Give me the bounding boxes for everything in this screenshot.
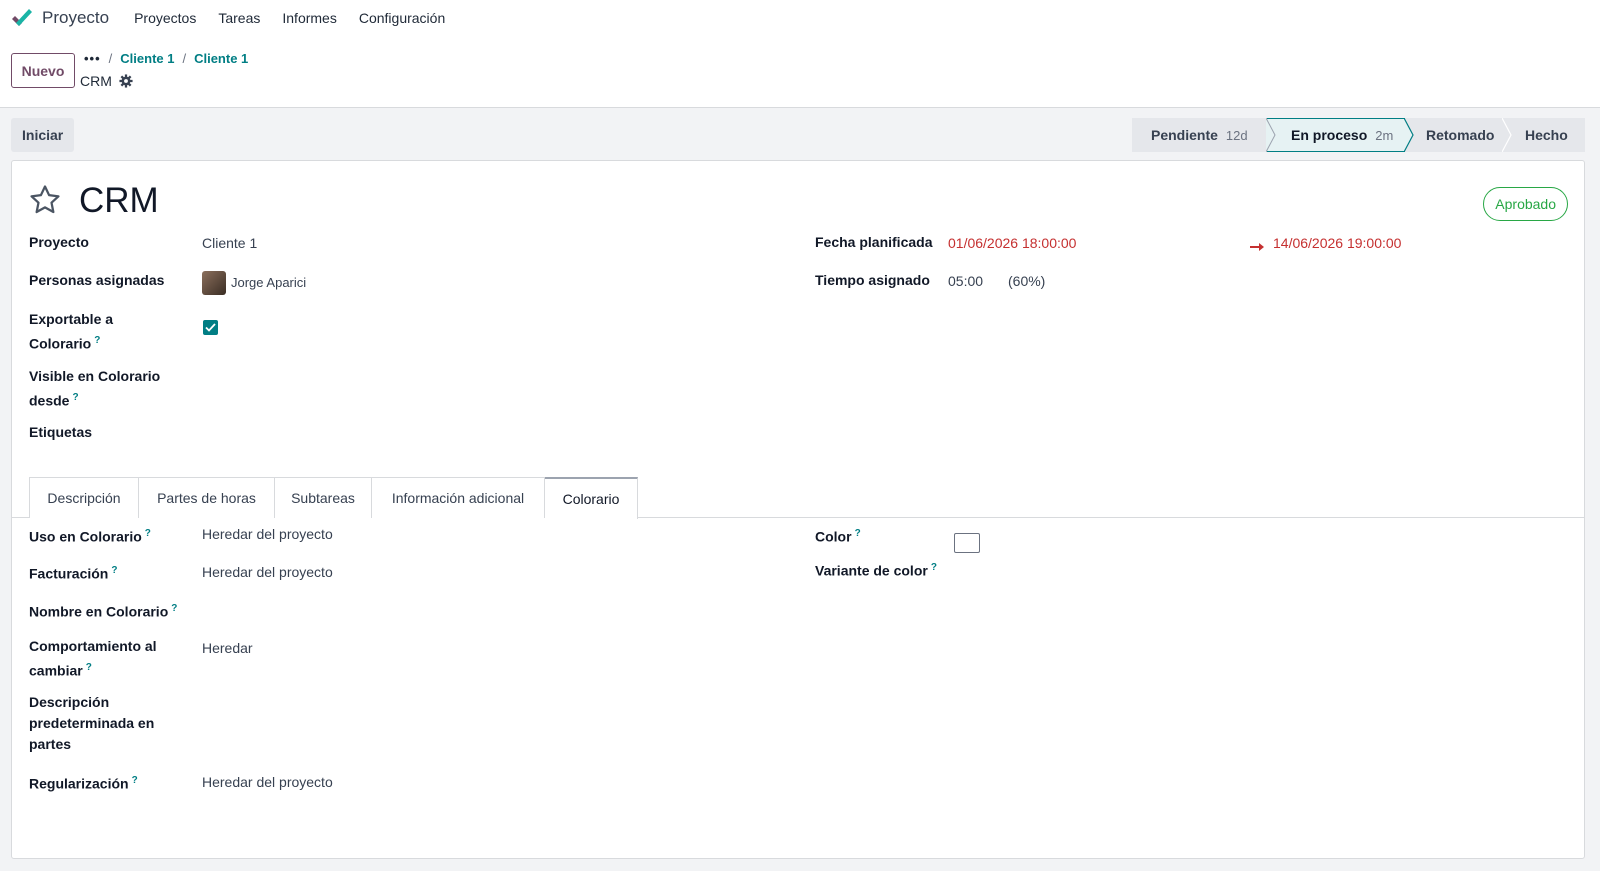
stage-pipeline: Pendiente 12d En proceso 2m Retomado Hec…: [1132, 118, 1585, 152]
label-line: Colorario: [29, 335, 92, 352]
field-label-proyecto: Proyecto: [29, 234, 89, 250]
field-label-regularizacion: Regularización?: [29, 770, 138, 795]
help-icon[interactable]: ?: [931, 562, 937, 573]
stage-label: Retomado: [1426, 127, 1495, 143]
label-line: Facturación: [29, 565, 109, 582]
menu-configuracion[interactable]: Configuración: [359, 10, 445, 26]
stage-label: Pendiente: [1151, 127, 1218, 143]
field-label-personas-asignadas: Personas asignadas: [29, 272, 165, 288]
stage-label: Hecho: [1525, 127, 1568, 143]
label-line: Nombre en Colorario: [29, 603, 169, 620]
label-line: Color: [815, 528, 852, 545]
menu-tareas[interactable]: Tareas: [218, 10, 260, 26]
notebook-tabs: Descripción Partes de horas Subtareas In…: [12, 477, 1584, 519]
allocated-percentage: (60%): [1008, 273, 1046, 289]
label-line: cambiar: [29, 662, 83, 679]
field-label-variante-color: Variante de color?: [815, 557, 937, 582]
help-icon[interactable]: ?: [86, 662, 92, 673]
assignee-name[interactable]: Jorge Aparici: [231, 272, 306, 293]
label-line: Variante de color: [815, 562, 928, 579]
field-label-comportamiento: Comportamiento al cambiar?: [29, 636, 157, 682]
field-value-comportamiento[interactable]: Heredar: [202, 638, 253, 659]
tab-subtareas[interactable]: Subtareas: [275, 477, 372, 518]
help-icon[interactable]: ?: [111, 565, 117, 576]
label-line: desde: [29, 392, 70, 409]
stage-duration: 2m: [1375, 127, 1394, 143]
stage-label: En proceso: [1291, 127, 1368, 143]
label-line: Exportable a: [29, 311, 114, 327]
exportable-checkbox[interactable]: [203, 320, 218, 335]
field-value-regularizacion[interactable]: Heredar del proyecto: [202, 772, 333, 793]
stage-chevron-icon: [1502, 118, 1512, 152]
breadcrumb-separator: /: [108, 51, 113, 66]
field-label-uso-colorario: Uso en Colorario?: [29, 523, 151, 548]
breadcrumb: ••• / Cliente 1 / Cliente 1: [84, 51, 248, 66]
label-line: Comportamiento al: [29, 638, 157, 654]
record-name-row: CRM: [80, 73, 133, 89]
statusbar: Iniciar Pendiente 12d En proceso 2m Reto…: [11, 116, 1585, 152]
field-label-descripcion-predeterminada: Descripción predeterminada en partes: [29, 692, 154, 755]
label-line: Descripción: [29, 694, 110, 710]
planned-end-date[interactable]: 14/06/2026 19:00:00: [1273, 233, 1401, 254]
breadcrumb-link-1[interactable]: Cliente 1: [120, 51, 174, 66]
app-title[interactable]: Proyecto: [42, 8, 109, 28]
label-line: Regularización: [29, 775, 129, 792]
project-app-logo-icon[interactable]: [10, 6, 34, 30]
label-line: Uso en Colorario: [29, 528, 142, 545]
menu-proyectos[interactable]: Proyectos: [134, 10, 196, 26]
control-panel: Nuevo ••• / Cliente 1 / Cliente 1 CRM: [0, 36, 1600, 108]
stage-en-proceso[interactable]: En proceso 2m: [1267, 118, 1414, 152]
planned-start-date[interactable]: 01/06/2026 18:00:00: [948, 233, 1076, 254]
help-icon[interactable]: ?: [855, 528, 861, 539]
allocated-hours[interactable]: 05:00: [948, 271, 983, 292]
help-icon[interactable]: ?: [72, 392, 78, 403]
color-picker-swatch[interactable]: [954, 533, 980, 553]
field-label-etiquetas: Etiquetas: [29, 424, 93, 440]
label-line: predeterminada en: [29, 715, 155, 731]
field-value-facturacion[interactable]: Heredar del proyecto: [202, 562, 333, 583]
status-badge[interactable]: Aprobado: [1483, 187, 1568, 221]
task-title[interactable]: CRM: [79, 181, 159, 221]
field-label-visible-desde: Visible en Colorario desde?: [29, 366, 160, 412]
gear-icon[interactable]: [119, 74, 133, 88]
stage-duration: 12d: [1225, 127, 1248, 143]
help-icon[interactable]: ?: [145, 528, 151, 539]
stage-chevron-icon: [1404, 118, 1414, 152]
field-value-proyecto[interactable]: Cliente 1: [202, 233, 257, 254]
field-value-uso-colorario[interactable]: Heredar del proyecto: [202, 524, 333, 545]
avatar[interactable]: [202, 271, 226, 295]
breadcrumb-link-2[interactable]: Cliente 1: [194, 51, 248, 66]
label-line: Visible en Colorario: [29, 368, 161, 384]
help-icon[interactable]: ?: [94, 335, 100, 346]
new-button[interactable]: Nuevo: [11, 53, 75, 88]
field-label-fecha-planificada: Fecha planificada: [815, 234, 933, 250]
tab-descripcion[interactable]: Descripción: [29, 477, 139, 518]
tab-informacion-adicional[interactable]: Información adicional: [372, 477, 545, 518]
field-label-tiempo-asignado: Tiempo asignado: [815, 272, 930, 288]
breadcrumb-more-icon[interactable]: •••: [84, 51, 101, 66]
top-navbar: Proyecto Proyectos Tareas Informes Confi…: [0, 0, 1600, 36]
label-line: partes: [29, 736, 72, 752]
help-icon[interactable]: ?: [132, 775, 138, 786]
stage-hecho[interactable]: Hecho: [1503, 118, 1585, 152]
tab-colorario[interactable]: Colorario: [545, 477, 638, 519]
tab-partes-de-horas[interactable]: Partes de horas: [139, 477, 275, 518]
field-label-facturacion: Facturación?: [29, 560, 117, 585]
menu-informes[interactable]: Informes: [282, 10, 336, 26]
help-icon[interactable]: ?: [171, 603, 177, 614]
field-label-nombre-colorario: Nombre en Colorario?: [29, 598, 177, 623]
record-name: CRM: [80, 73, 112, 89]
form-sheet: CRM Aprobado Proyecto Cliente 1 Personas…: [11, 160, 1585, 859]
breadcrumb-separator: /: [182, 51, 187, 66]
stage-chevron-icon: [1266, 118, 1276, 152]
field-label-color: Color?: [815, 523, 861, 548]
star-icon[interactable]: [28, 183, 62, 217]
stage-retomado[interactable]: Retomado: [1405, 118, 1512, 152]
field-label-exportable: Exportable a Colorario?: [29, 309, 113, 355]
arrow-right-icon: [1250, 243, 1264, 251]
stage-pendiente[interactable]: Pendiente 12d: [1132, 118, 1276, 152]
start-button[interactable]: Iniciar: [11, 118, 75, 152]
check-icon: [205, 323, 216, 332]
